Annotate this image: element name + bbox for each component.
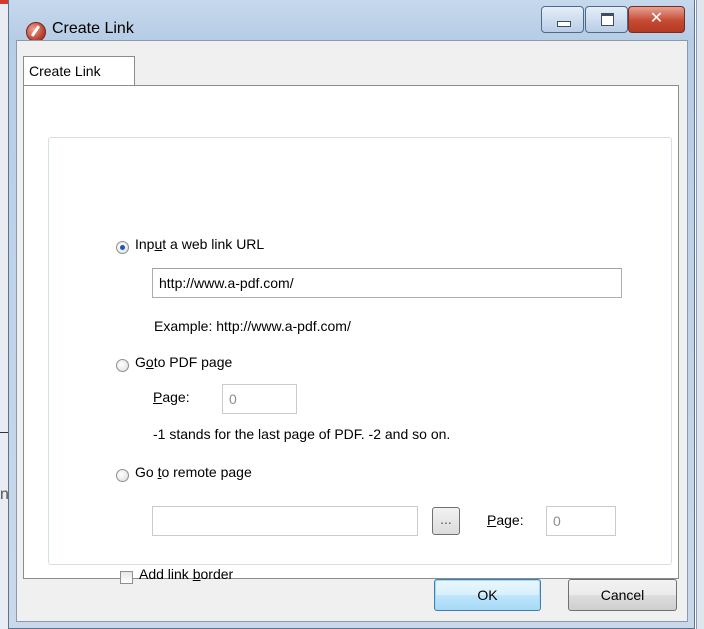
remote-page-input[interactable]: 0 — [546, 506, 616, 536]
tab-panel: Input a web link URL http://www.a-pdf.co… — [23, 85, 679, 584]
goto-pdf-radio-label[interactable]: Goto PDF page — [135, 354, 232, 370]
web-url-radio-label[interactable]: Input a web link URL — [135, 236, 264, 252]
remote-page-radio[interactable] — [116, 469, 129, 482]
dialog-client-area: Create Link Input a web link URL http://… — [16, 40, 688, 622]
close-icon: ✕ — [649, 8, 664, 27]
add-border-checkbox[interactable] — [120, 571, 133, 584]
goto-pdf-page-input[interactable]: 0 — [222, 384, 297, 414]
remote-page-radio-label[interactable]: Go to remote page — [135, 464, 252, 480]
app-icon — [26, 22, 46, 42]
tab-create-link[interactable]: Create Link — [23, 56, 135, 86]
window-title: Create Link — [52, 20, 134, 37]
add-border-label[interactable]: Add link border — [139, 566, 233, 582]
background-window-edge-right — [696, 0, 704, 629]
maximize-icon — [601, 13, 614, 26]
goto-pdf-radio[interactable] — [116, 359, 129, 372]
web-url-example: Example: http://www.a-pdf.com/ — [154, 318, 351, 334]
close-button[interactable]: ✕ — [628, 6, 685, 33]
browse-button[interactable]: ... — [432, 507, 460, 535]
remote-page-label: Page: — [487, 512, 524, 528]
maximize-button[interactable] — [585, 6, 628, 33]
goto-pdf-page-label: Page: — [153, 389, 190, 405]
create-link-dialog: Create Link ✕ Create Link Input a web li… — [8, 0, 695, 629]
web-url-radio[interactable] — [116, 241, 129, 254]
ok-button[interactable]: OK — [434, 579, 541, 611]
cancel-button[interactable]: Cancel — [568, 579, 677, 611]
minimize-icon — [557, 21, 571, 27]
remote-file-path-input[interactable] — [152, 506, 418, 536]
minimize-button[interactable] — [541, 6, 584, 33]
link-options-group: Input a web link URL http://www.a-pdf.co… — [48, 137, 672, 584]
web-url-input[interactable]: http://www.a-pdf.com/ — [152, 268, 622, 298]
goto-pdf-hint: -1 stands for the last page of PDF. -2 a… — [153, 426, 451, 442]
